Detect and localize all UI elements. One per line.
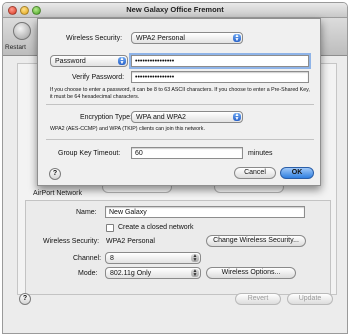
revert-button[interactable]: Revert <box>235 293 281 305</box>
verify-password-label: Verify Password: <box>72 74 125 81</box>
group-key-timeout-field[interactable]: 60 <box>131 147 243 159</box>
update-button[interactable]: Update <box>287 293 333 305</box>
popup-arrows-icon: ▲ ▼ <box>191 253 199 263</box>
popup-arrows-icon: ▲ ▼ <box>233 112 241 122</box>
popup-arrows-icon: ▲ ▼ <box>191 268 199 278</box>
network-name-field[interactable]: New Galaxy <box>105 206 305 218</box>
popup-arrows-icon: ▲ ▼ <box>118 56 126 66</box>
sheet-wireless-security-label: Wireless Security: <box>66 35 123 42</box>
restart-icon <box>13 22 31 40</box>
password-help-text: If you choose to enter a password, it ca… <box>50 87 310 100</box>
title-bar: New Galaxy Office Fremont <box>3 3 347 18</box>
password-type-value: Password <box>55 58 86 65</box>
password-field[interactable]: •••••••••••••••• <box>131 55 309 67</box>
help-icon[interactable]: ? <box>19 293 31 305</box>
wireless-security-value: WPA2 Personal <box>136 35 185 42</box>
group-key-timeout-label: Group Key Timeout: <box>58 150 121 157</box>
encryption-help-text: WPA2 (AES-CCMP) and WPA (TKIP) clients c… <box>50 126 205 132</box>
ok-button[interactable]: OK <box>280 167 314 179</box>
wireless-security-popup[interactable]: WPA2 Personal ▲ ▼ <box>131 32 243 44</box>
popup-arrows-icon: ▲ ▼ <box>233 33 241 43</box>
wireless-options-button[interactable]: Wireless Options... <box>206 267 296 279</box>
encryption-type-value: WPA and WPA2 <box>136 114 186 121</box>
main-window: New Galaxy Office Fremont Restart AirPor… <box>2 2 348 334</box>
minutes-unit-label: minutes <box>248 150 273 157</box>
cancel-button[interactable]: Cancel <box>234 167 276 179</box>
closed-network-checkbox[interactable] <box>106 224 114 232</box>
password-type-popup[interactable]: Password ▲ ▼ <box>50 55 128 67</box>
verify-password-field[interactable]: •••••••••••••••• <box>131 71 309 83</box>
closed-network-label: Create a closed network <box>118 224 194 231</box>
mode-popup[interactable]: 802.11g Only ▲ ▼ <box>105 267 201 279</box>
divider <box>46 139 314 140</box>
change-wireless-security-button[interactable]: Change Wireless Security... <box>206 235 306 247</box>
channel-value: 8 <box>110 255 114 262</box>
channel-label: Channel: <box>73 255 102 262</box>
mode-label: Mode: <box>78 270 98 277</box>
name-label: Name: <box>76 209 97 216</box>
help-icon[interactable]: ? <box>49 168 61 180</box>
restart-label: Restart <box>5 44 26 51</box>
pane-wireless-security-value: WPA2 Personal <box>106 238 155 245</box>
channel-popup[interactable]: 8 ▲ ▼ <box>105 252 201 264</box>
restart-button[interactable]: Restart <box>5 20 35 54</box>
section-title: AirPort Network <box>33 190 83 197</box>
encryption-type-label: Encryption Type: <box>80 114 133 121</box>
divider <box>46 104 314 105</box>
wireless-security-sheet: Wireless Security: WPA2 Personal ▲ ▼ Pass… <box>37 18 321 186</box>
pane-wireless-security-label: Wireless Security: <box>43 238 100 245</box>
window-title: New Galaxy Office Fremont <box>126 5 224 14</box>
encryption-type-popup[interactable]: WPA and WPA2 ▲ ▼ <box>131 111 243 123</box>
mode-value: 802.11g Only <box>110 270 152 277</box>
